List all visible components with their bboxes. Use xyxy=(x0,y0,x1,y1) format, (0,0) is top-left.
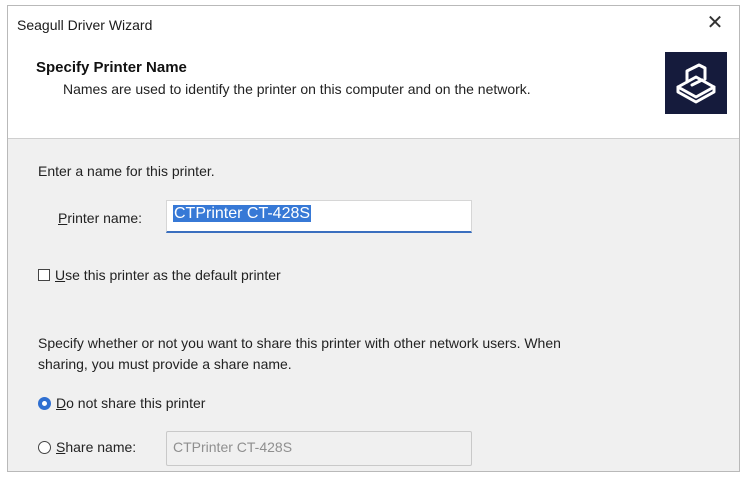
printer-icon xyxy=(665,52,727,114)
default-printer-label[interactable]: Use this printer as the default printer xyxy=(55,267,281,283)
page-title: Specify Printer Name xyxy=(36,59,187,76)
wizard-content: Enter a name for this printer. Printer n… xyxy=(8,139,739,471)
wizard-dialog: Seagull Driver Wizard ✕ Specify Printer … xyxy=(7,5,740,472)
share-description-line2: sharing, you must provide a share name. xyxy=(38,356,292,372)
name-intro-label: Enter a name for this printer. xyxy=(38,163,215,179)
share-name-input[interactable]: CTPrinter CT-428S xyxy=(166,431,472,466)
page-subtitle: Names are used to identify the printer o… xyxy=(63,81,531,97)
title-bar: Seagull Driver Wizard ✕ xyxy=(8,6,739,40)
share-name-radio[interactable] xyxy=(38,441,51,454)
printer-name-value: CTPrinter CT-428S xyxy=(173,205,312,222)
printer-name-label: Printer name: xyxy=(58,210,143,226)
default-printer-checkbox[interactable] xyxy=(38,269,50,281)
printer-name-input[interactable]: CTPrinter CT-428S xyxy=(166,200,472,233)
window-title: Seagull Driver Wizard xyxy=(17,17,153,33)
wizard-header: Specify Printer Name Names are used to i… xyxy=(8,40,739,139)
share-name-label[interactable]: Share name: xyxy=(56,439,136,455)
share-description-line1: Specify whether or not you want to share… xyxy=(38,335,561,351)
do-not-share-radio[interactable] xyxy=(38,397,51,410)
do-not-share-label[interactable]: Do not share this printer xyxy=(56,395,205,411)
close-icon[interactable]: ✕ xyxy=(701,10,729,36)
